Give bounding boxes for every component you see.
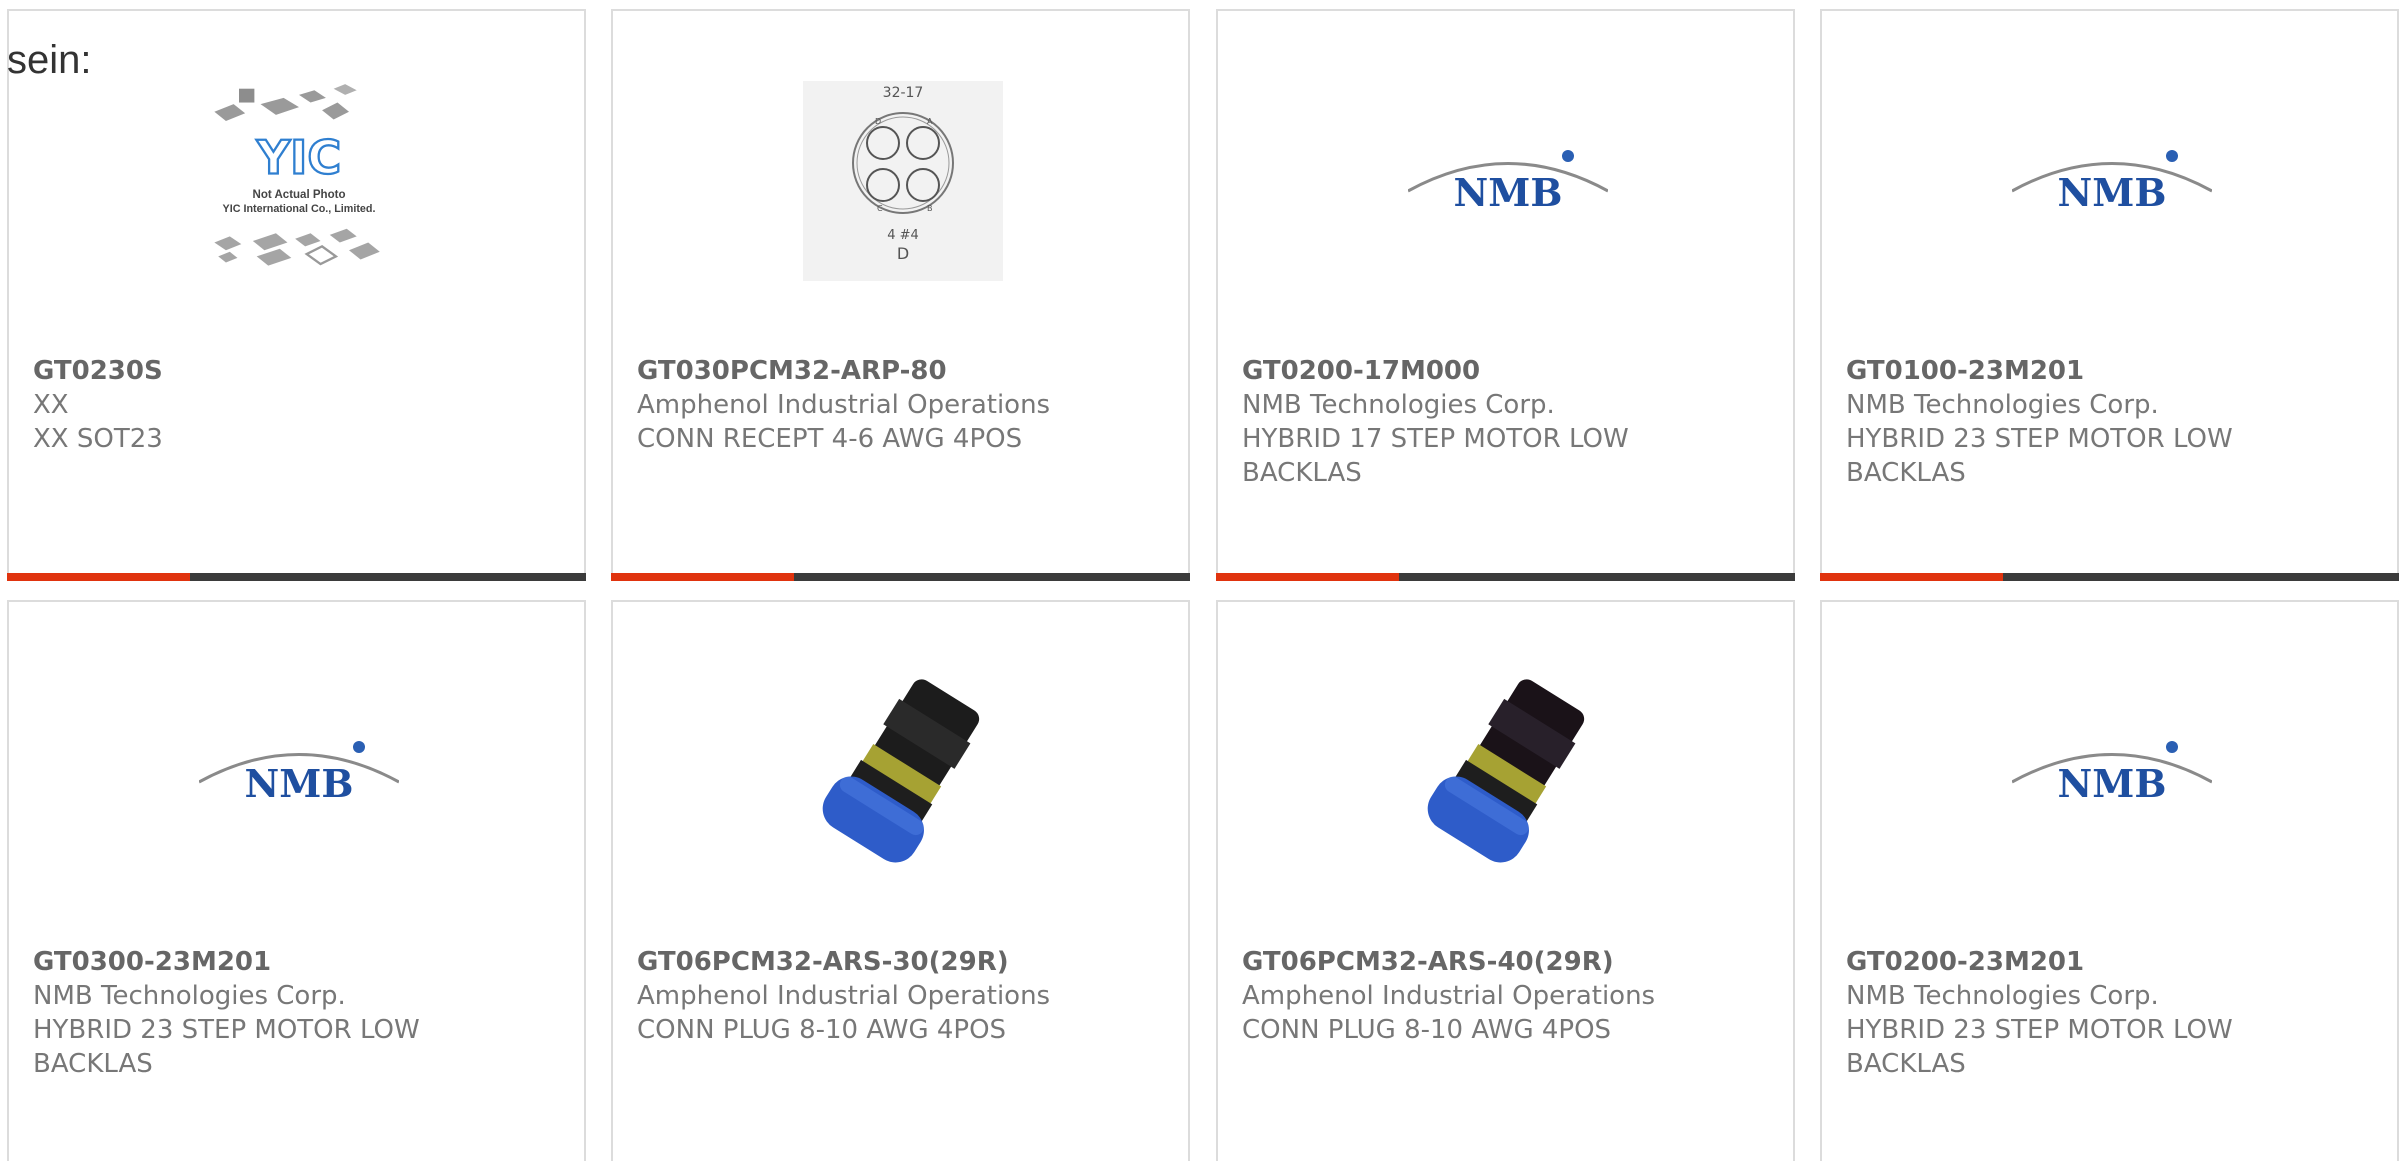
product-image[interactable]: NMB <box>2012 672 2212 872</box>
part-number[interactable]: GT0230S <box>33 354 573 388</box>
manufacturer: NMB Technologies Corp. <box>1846 390 2159 420</box>
part-number[interactable]: GT0200-23M201 <box>1846 945 2386 979</box>
intro-text: sein: <box>7 38 92 82</box>
product-card[interactable]: NMB GT0200-17M000 NMB Technologies Corp.… <box>1216 9 1795 581</box>
product-card[interactable]: GT06PCM32-ARS-40(29R) Amphenol Industria… <box>1216 600 1795 1161</box>
part-number[interactable]: GT0100-23M201 <box>1846 354 2386 388</box>
svg-text:B: B <box>927 204 933 213</box>
manufacturer: Amphenol Industrial Operations <box>637 981 1051 1011</box>
connector-plug-photo <box>822 679 980 863</box>
description: CONN PLUG 8-10 AWG 4POS <box>637 1015 1007 1045</box>
svg-text:NMB: NMB <box>2058 170 2167 215</box>
description: HYBRID 23 STEP MOTOR LOW BACKLAS <box>33 1015 420 1079</box>
manufacturer: NMB Technologies Corp. <box>1846 981 2159 1011</box>
product-image[interactable]: YIC Not Actual Photo YIC International C… <box>199 81 399 281</box>
product-card[interactable]: NMB GT0200-23M201 NMB Technologies Corp.… <box>1820 600 2399 1161</box>
part-number[interactable]: GT0300-23M201 <box>33 945 573 979</box>
manufacturer: Amphenol Industrial Operations <box>637 390 1051 420</box>
svg-text:D: D <box>875 117 881 126</box>
svg-text:NMB: NMB <box>1454 170 1563 215</box>
part-number[interactable]: GT0200-17M000 <box>1242 354 1782 388</box>
description: CONN RECEPT 4-6 AWG 4POS <box>637 424 1023 454</box>
product-image[interactable] <box>803 672 1003 872</box>
manufacturer: Amphenol Industrial Operations <box>1242 981 1656 1011</box>
product-image[interactable]: NMB <box>199 672 399 872</box>
connector-diagram-image: 32-17 D A C B 4 #4 D <box>803 81 1003 281</box>
product-card[interactable]: NMB GT0100-23M201 NMB Technologies Corp.… <box>1820 9 2399 581</box>
svg-text:32-17: 32-17 <box>883 85 924 101</box>
manufacturer: NMB Technologies Corp. <box>33 981 346 1011</box>
nmb-logo-icon: NMB <box>2012 150 2212 215</box>
svg-text:NMB: NMB <box>2058 761 2167 806</box>
nmb-logo-icon: NMB <box>1408 150 1608 215</box>
product-card[interactable]: NMB GT0300-23M201 NMB Technologies Corp.… <box>7 600 586 1161</box>
yic-logo-text: YIC <box>256 130 341 184</box>
nmb-logo-icon: NMB <box>2012 741 2212 806</box>
part-number[interactable]: GT06PCM32-ARS-30(29R) <box>637 945 1177 979</box>
svg-text:Not Actual Photo: Not Actual Photo <box>253 189 346 201</box>
product-image[interactable] <box>1408 672 1608 872</box>
product-card[interactable]: YIC Not Actual Photo YIC International C… <box>7 9 586 581</box>
card-bottom-bar <box>7 573 586 581</box>
product-image[interactable]: 32-17 D A C B 4 #4 D <box>803 81 1003 281</box>
svg-text:4 #4: 4 #4 <box>887 228 919 243</box>
product-image[interactable]: NMB <box>2012 81 2212 281</box>
description: XX SOT23 <box>33 424 163 454</box>
nmb-logo-icon: NMB <box>199 741 399 806</box>
svg-text:D: D <box>897 244 909 263</box>
product-image[interactable]: NMB <box>1408 81 1608 281</box>
part-number[interactable]: GT030PCM32-ARP-80 <box>637 354 1177 388</box>
manufacturer: NMB Technologies Corp. <box>1242 390 1555 420</box>
description: HYBRID 23 STEP MOTOR LOW BACKLAS <box>1846 1015 2233 1079</box>
svg-text:A: A <box>927 117 933 126</box>
description: HYBRID 23 STEP MOTOR LOW BACKLAS <box>1846 424 2233 488</box>
description: HYBRID 17 STEP MOTOR LOW BACKLAS <box>1242 424 1629 488</box>
product-grid: YIC Not Actual Photo YIC International C… <box>0 0 2400 1161</box>
svg-text:C: C <box>877 204 883 213</box>
manufacturer: XX <box>33 390 69 420</box>
connector-plug-photo <box>1427 679 1585 863</box>
yic-placeholder-image: YIC Not Actual Photo YIC International C… <box>214 84 380 266</box>
description: CONN PLUG 8-10 AWG 4POS <box>1242 1015 1612 1045</box>
svg-text:NMB: NMB <box>245 761 354 806</box>
card-bottom-bar <box>1216 573 1795 581</box>
product-card[interactable]: GT06PCM32-ARS-30(29R) Amphenol Industria… <box>611 600 1190 1161</box>
card-bottom-bar <box>611 573 1190 581</box>
card-bottom-bar <box>1820 573 2399 581</box>
part-number[interactable]: GT06PCM32-ARS-40(29R) <box>1242 945 1782 979</box>
product-card[interactable]: 32-17 D A C B 4 #4 D GT030PCM32-ARP-80 A… <box>611 9 1190 581</box>
svg-text:YIC International Co., Limited: YIC International Co., Limited. <box>223 203 376 215</box>
